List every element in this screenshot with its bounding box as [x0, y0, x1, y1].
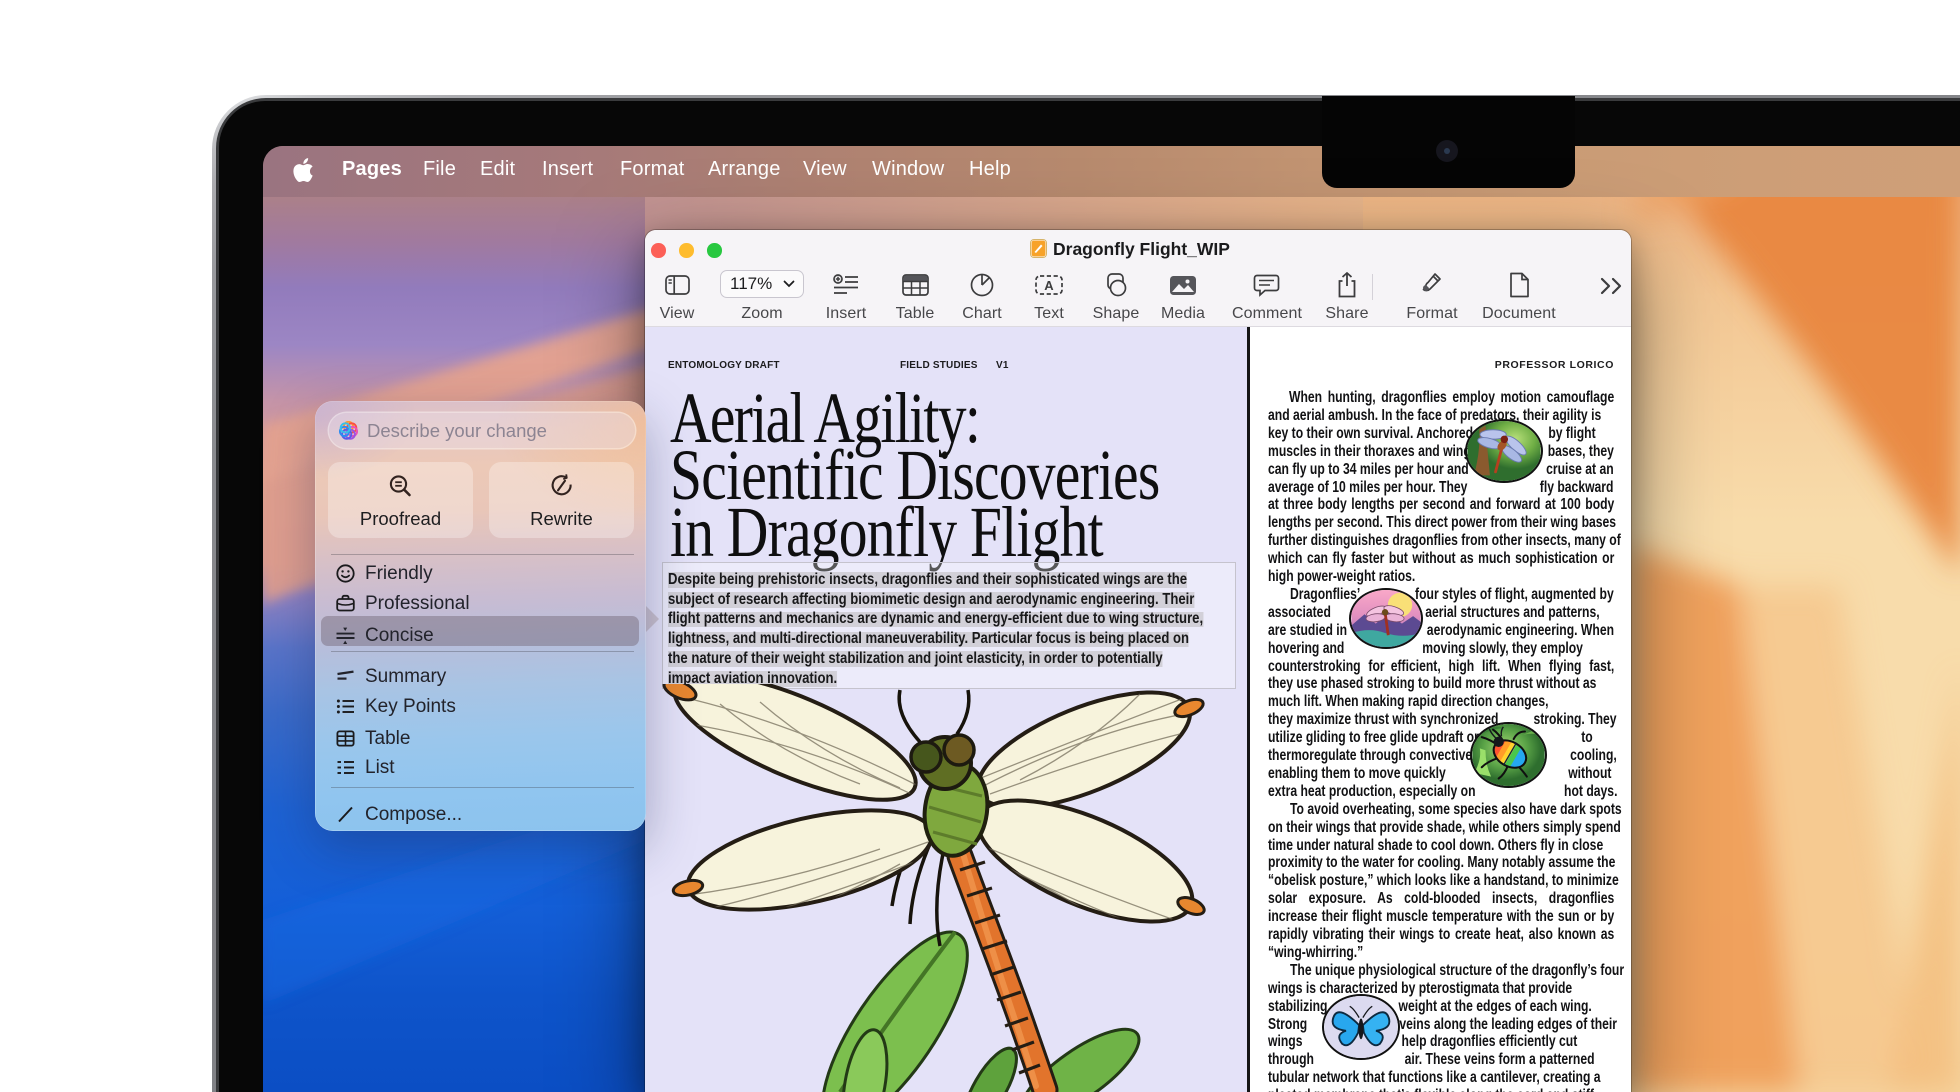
svg-text:A: A: [1044, 278, 1054, 293]
